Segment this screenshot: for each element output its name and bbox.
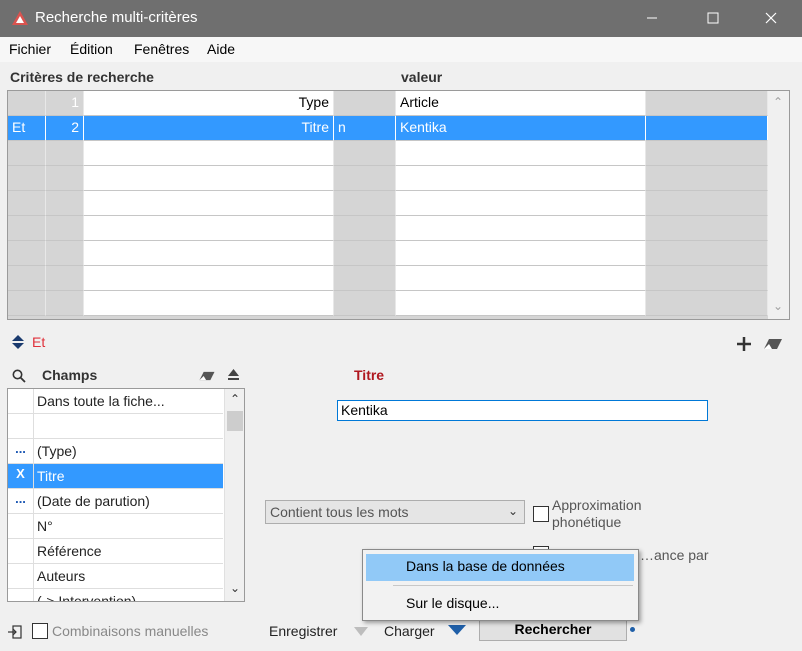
list-item-label: Auteurs (37, 568, 86, 584)
criteria-row-empty[interactable] (8, 291, 768, 316)
maximize-icon (707, 12, 719, 24)
add-criterion-icon[interactable] (736, 336, 752, 352)
scroll-up-icon[interactable]: ⌃ (773, 95, 783, 109)
load-menu-popup: Dans la base de données Sur le disque... (362, 549, 639, 621)
scroll-thumb[interactable] (227, 411, 243, 431)
phonetic-label: Approximation phonétique (552, 497, 642, 530)
chevron-down-icon: ⌄ (507, 504, 518, 518)
criteria-row-empty[interactable] (8, 266, 768, 291)
app-logo-icon (12, 11, 28, 25)
menu-separator (393, 585, 633, 586)
list-item-label: (Type) (37, 443, 77, 459)
criteria-neg (334, 91, 396, 116)
list-item[interactable]: Auteurs (8, 564, 223, 589)
save-dropdown-icon[interactable] (354, 627, 368, 636)
maximize-button[interactable] (690, 0, 736, 37)
load-dropdown-icon[interactable] (448, 625, 466, 635)
criteria-num: 1 (46, 91, 84, 116)
list-item-label: N° (37, 518, 53, 534)
manual-combinations-checkbox[interactable] (32, 623, 48, 639)
exit-icon[interactable] (8, 625, 22, 639)
list-item[interactable]: N° (8, 514, 223, 539)
fields-scrollbar[interactable]: ⌃ ⌄ (224, 389, 244, 601)
menu-bar: Fichier Édition Fenêtres Aide (0, 37, 802, 62)
scroll-up-icon[interactable]: ⌃ (230, 392, 240, 406)
list-item-label: Dans toute la fiche... (37, 393, 165, 409)
criteria-scrollbar[interactable]: ⌃ ⌄ (768, 91, 789, 319)
menu-item-database[interactable]: Dans la base de données (366, 554, 634, 581)
list-item-selected[interactable]: X Titre (8, 464, 223, 489)
list-item-label: Référence (37, 543, 102, 559)
menu-fenetres[interactable]: Fenêtres (134, 41, 189, 57)
sort-updown-icon[interactable] (12, 335, 24, 349)
manual-combinations-label: Combinaisons manuelles (52, 623, 209, 639)
close-button[interactable] (748, 0, 794, 37)
criteria-row[interactable]: Et 2 Titre n Kentika (8, 116, 768, 141)
criteria-op: Et (8, 116, 46, 141)
menu-edition[interactable]: Édition (70, 41, 113, 57)
minimize-button[interactable] (629, 0, 675, 37)
window-title: Recherche multi-critères (35, 9, 198, 26)
menu-item-disk[interactable]: Sur le disque... (366, 591, 634, 618)
criteria-num: 2 (46, 116, 84, 141)
close-icon (765, 12, 777, 24)
list-item[interactable] (8, 414, 223, 439)
list-item[interactable]: Référence (8, 539, 223, 564)
criteria-row-empty[interactable] (8, 166, 768, 191)
criteria-value: Kentika (396, 116, 646, 141)
minimize-icon (647, 17, 657, 19)
criteria-header: Critères de recherche (10, 69, 154, 85)
match-mode-select[interactable]: Contient tous les mots ⌄ (265, 500, 525, 524)
criteria-op (8, 91, 46, 116)
title-bar: Recherche multi-critères (0, 0, 802, 37)
value-header: valeur (401, 69, 443, 85)
list-item[interactable]: Dans toute la fiche... (8, 389, 223, 414)
save-button[interactable]: Enregistrer (269, 623, 337, 639)
eraser-icon[interactable] (763, 338, 783, 350)
search-icon[interactable] (12, 369, 26, 383)
criteria-extra (646, 91, 768, 116)
search-button[interactable]: Rechercher (479, 619, 627, 641)
criteria-row-empty[interactable] (8, 216, 768, 241)
phonetic-checkbox[interactable] (533, 506, 549, 522)
match-mode-value: Contient tous les mots (270, 504, 409, 520)
criteria-field: Titre (84, 116, 334, 141)
criteria-row-empty[interactable] (8, 141, 768, 166)
criteria-value: Article (396, 91, 646, 116)
load-button[interactable]: Charger (384, 623, 435, 639)
search-value-input[interactable]: Kentika (337, 400, 708, 421)
list-item-label: (-> Intervention) (37, 593, 137, 602)
operator-label[interactable]: Et (32, 334, 45, 350)
menu-aide[interactable]: Aide (207, 41, 235, 57)
fields-header: Champs (42, 367, 98, 383)
list-item[interactable]: ... (Date de parution) (8, 489, 223, 514)
status-dot (630, 627, 635, 632)
criteria-row-empty[interactable] (8, 191, 768, 216)
criteria-row[interactable]: 1 Type Article (8, 91, 768, 116)
eject-sort-icon[interactable] (228, 369, 239, 381)
criteria-row-empty[interactable] (8, 241, 768, 266)
criteria-field: Type (84, 91, 334, 116)
list-item-label: (Date de parution) (37, 493, 150, 509)
criteria-grid: 1 Type Article Et 2 Titre n Kentika ⌃ ⌄ (7, 90, 790, 320)
eraser-icon[interactable] (198, 371, 216, 381)
fields-list: Dans toute la fiche... ... (Type) X Titre … (7, 388, 245, 602)
list-item-label: Titre (37, 468, 65, 484)
scroll-down-icon[interactable]: ⌄ (773, 299, 783, 313)
menu-fichier[interactable]: Fichier (9, 41, 51, 57)
field-title: Titre (354, 367, 385, 383)
list-item[interactable]: ... (Type) (8, 439, 223, 464)
criteria-extra (646, 116, 768, 141)
scroll-down-icon[interactable]: ⌄ (230, 581, 240, 595)
relevance-label: …ance par (640, 547, 709, 563)
criteria-neg: n (334, 116, 396, 141)
list-item[interactable]: (-> Intervention) (8, 589, 223, 602)
